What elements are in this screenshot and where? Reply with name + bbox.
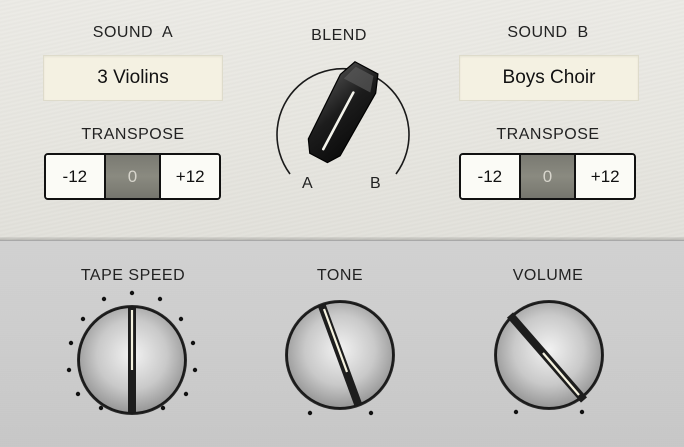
sound-b-selector[interactable]: Boys Choir xyxy=(459,55,639,101)
volume-scale-dots xyxy=(513,409,585,415)
transpose-b-title: TRANSPOSE xyxy=(496,126,600,143)
transpose-b-minus-button[interactable]: -12 xyxy=(461,155,519,198)
transpose-b-control[interactable]: -12 0 +12 xyxy=(459,153,636,200)
tone-scale-dots xyxy=(307,410,374,416)
blend-knob[interactable] xyxy=(258,50,428,200)
transpose-a-title: TRANSPOSE xyxy=(81,126,185,143)
sound-b-title: SOUND B xyxy=(507,24,589,41)
transpose-a-value: 0 xyxy=(103,155,162,198)
volume-title: VOLUME xyxy=(512,267,584,284)
sound-a-selector[interactable]: 3 Violins xyxy=(43,55,223,101)
transpose-b-value: 0 xyxy=(518,155,577,198)
transpose-b-plus-button[interactable]: +12 xyxy=(576,155,634,198)
volume-knob[interactable] xyxy=(486,288,610,418)
blend-label-b: B xyxy=(370,175,381,192)
transpose-a-control[interactable]: -12 0 +12 xyxy=(44,153,221,200)
blend-label-a: A xyxy=(302,175,313,192)
sound-a-title: SOUND A xyxy=(92,24,174,41)
tone-knob[interactable] xyxy=(278,288,402,418)
tape-speed-title: TAPE SPEED xyxy=(80,267,186,284)
transpose-a-plus-button[interactable]: +12 xyxy=(161,155,219,198)
tone-title: TONE xyxy=(316,267,364,284)
tape-speed-knob[interactable] xyxy=(57,288,207,418)
blend-title: BLEND xyxy=(311,27,367,44)
transpose-a-minus-button[interactable]: -12 xyxy=(46,155,104,198)
